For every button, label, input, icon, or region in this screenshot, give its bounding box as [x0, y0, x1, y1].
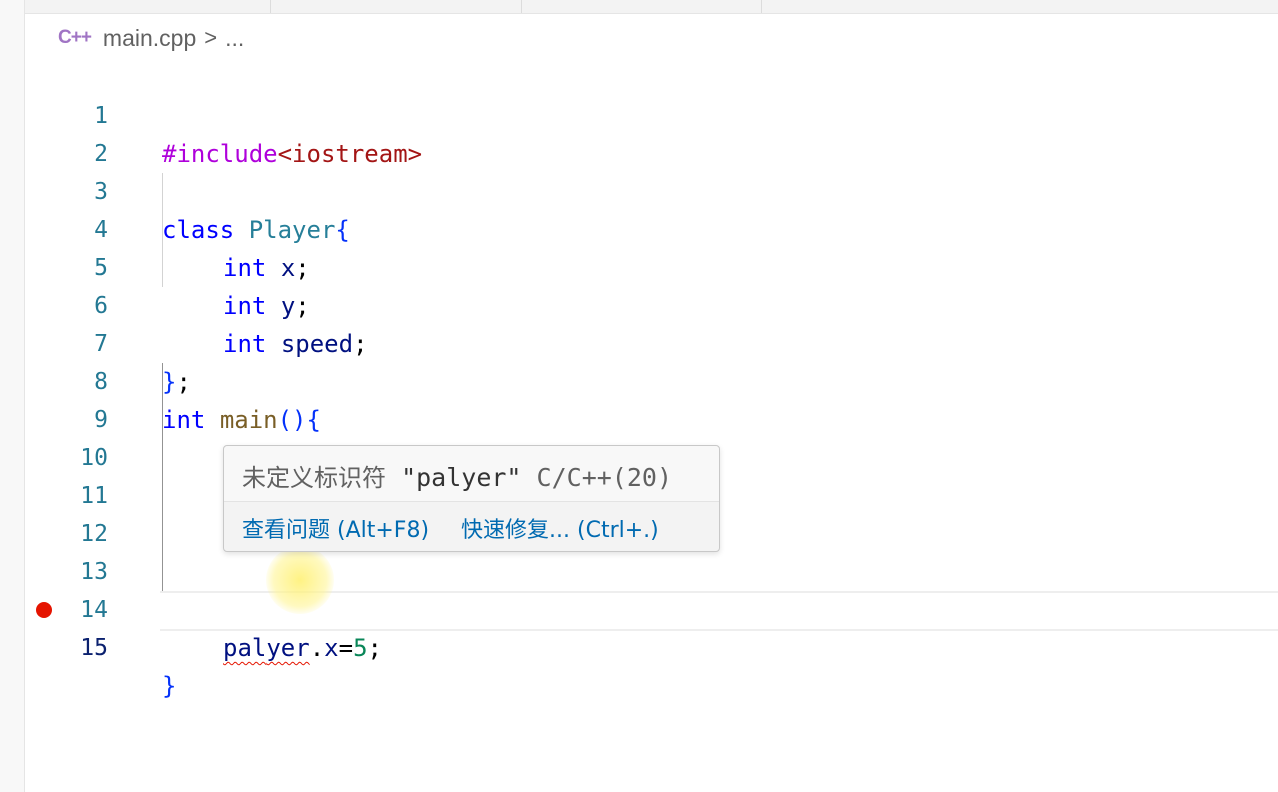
dot-token: . [309, 634, 325, 662]
hover-message: 未定义标识符 "palyer" C/C++(20) [224, 446, 719, 502]
assign-token: = [338, 634, 354, 662]
hover-actions: 查看问题 (Alt+F8) 快速修复... (Ctrl+.) [242, 512, 691, 544]
tab-divider [270, 0, 271, 13]
breadcrumb-symbol[interactable]: ... [225, 25, 244, 52]
error-identifier[interactable]: palyer [223, 634, 310, 662]
code-text: palyer.x=5; [223, 629, 382, 667]
quick-fix-link[interactable]: 快速修复... (Ctrl+.) [461, 512, 659, 544]
tab-divider [761, 0, 762, 13]
code-text: } [162, 667, 176, 705]
error-identifier-name: "palyer" [401, 463, 522, 492]
code-line[interactable]: 14 palyer.x=5; [0, 553, 1278, 662]
code-line[interactable]: 5 int y; [0, 211, 1278, 320]
error-identifier-part: yer [266, 634, 310, 662]
code-line[interactable]: 10 [0, 401, 1278, 471]
code-line[interactable]: 8 int main(){ [0, 325, 1278, 434]
brace-token: } [162, 672, 177, 700]
breadcrumb: C++ main.cpp > ... [58, 24, 244, 52]
code-line[interactable]: 9 Player player; [0, 363, 1278, 472]
tab-bar [25, 0, 1278, 14]
chevron-right-icon: > [204, 25, 218, 50]
code-line[interactable]: 1 #include<iostream> [0, 59, 1278, 168]
breadcrumb-file[interactable]: main.cpp [103, 25, 196, 52]
code-line[interactable]: 15 } [0, 591, 1278, 700]
error-source: C/C++(20) [536, 463, 673, 492]
semicolon-token: ; [367, 634, 382, 662]
tab-divider [521, 0, 522, 13]
number-token: 5 [353, 634, 368, 662]
code-line[interactable]: 7 }; [0, 287, 1278, 396]
code-line[interactable]: 4 int x; [0, 173, 1278, 282]
error-hover-popup: 未定义标识符 "palyer" C/C++(20) 查看问题 (Alt+F8) … [223, 445, 720, 552]
member-token: x [324, 634, 339, 662]
error-identifier-part: pal [223, 634, 267, 662]
view-problem-link[interactable]: 查看问题 (Alt+F8) [242, 512, 429, 544]
error-message: 未定义标识符 [242, 464, 386, 492]
code-line[interactable]: 2 [0, 97, 1278, 167]
line-number: 15 [80, 635, 108, 661]
code-line[interactable]: 6 int speed; [0, 249, 1278, 358]
hover-message-text: 未定义标识符 "palyer" C/C++(20) [242, 458, 672, 493]
cpp-file-icon: C++ [58, 27, 92, 48]
code-line[interactable]: 3 class Player{ [0, 135, 1278, 244]
